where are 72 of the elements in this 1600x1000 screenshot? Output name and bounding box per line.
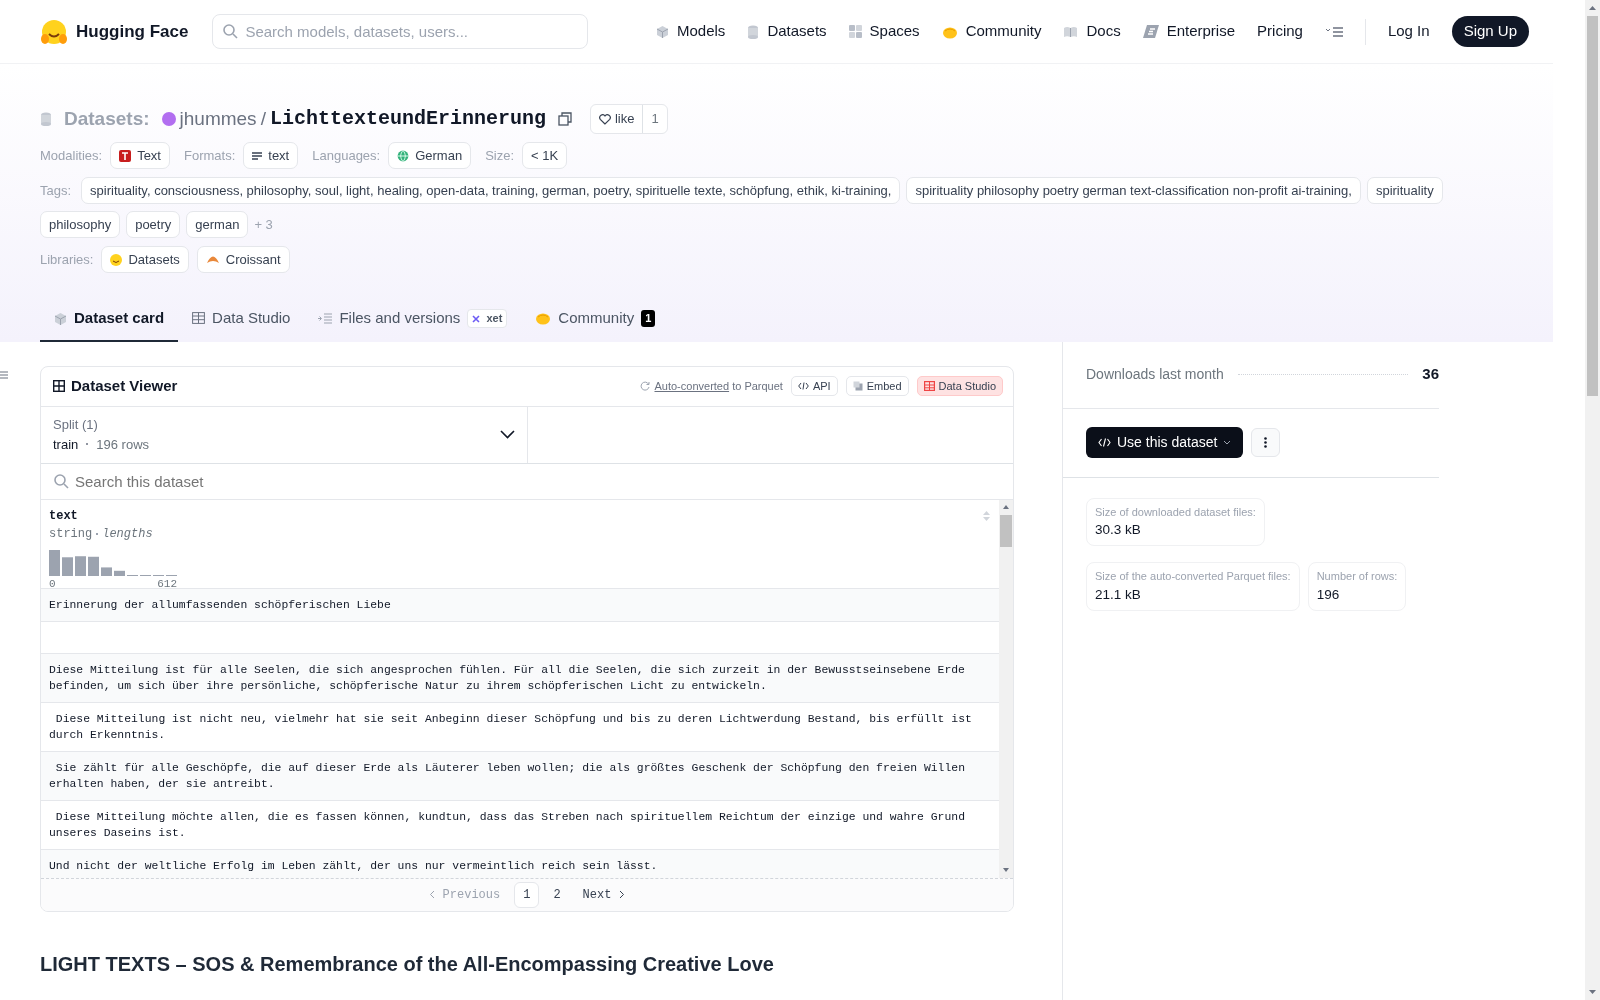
- viewer-button[interactable]: API: [790, 375, 838, 397]
- login-link[interactable]: Log In: [1387, 20, 1430, 43]
- viewer-title: Dataset Viewer: [71, 375, 178, 396]
- row-count: 196 rows: [96, 435, 150, 454]
- filter-chip[interactable]: < 1K: [522, 142, 568, 169]
- downloads-count: 36: [1422, 364, 1439, 385]
- stat-label: Size of the auto-converted Parquet files:: [1095, 569, 1291, 585]
- nav-link[interactable]: Datasets: [767, 20, 827, 43]
- split-label: Split (1): [53, 416, 99, 434]
- nav-link[interactable]: Spaces: [869, 20, 920, 43]
- tab[interactable]: Files and versions xet: [304, 297, 522, 342]
- table-cell: Diese Mitteilung ist nicht neu, vielmehr hat sie seit Anbeginn dieser Schöpfung und bis zu deren Lichtwerdung Bestand, bis erfüllt ist durch Erkenntnis.: [41, 702, 999, 752]
- stat-label: Number of rows:: [1316, 569, 1398, 585]
- column-name: text: [49, 507, 78, 525]
- section-heading: LIGHT TEXTS – SOS & Remembrance of the All-Encompassing Creative Love: [40, 951, 775, 976]
- brand-name[interactable]: Hugging Face: [76, 18, 189, 45]
- tag-chip[interactable]: poetry: [126, 211, 181, 238]
- meta-label: Modalities:: [40, 146, 103, 165]
- downloads-label: Downloads last month: [1086, 365, 1224, 384]
- filter-chip[interactable]: text: [243, 142, 299, 169]
- library-chip[interactable]: Datasets: [101, 246, 189, 273]
- section-label: Datasets:: [64, 106, 150, 131]
- nav-link[interactable]: Pricing: [1257, 20, 1303, 43]
- tab[interactable]: Data Studio: [178, 297, 305, 342]
- filter-chip[interactable]: German: [388, 142, 472, 169]
- stat-label: Size of downloaded dataset files:: [1095, 504, 1256, 520]
- tab[interactable]: Community 1: [521, 297, 670, 342]
- like-button[interactable]: like 1: [589, 104, 668, 134]
- nav-link[interactable]: Docs: [1086, 20, 1121, 43]
- column-detail: lengths: [102, 525, 153, 543]
- meta-label: Libraries:: [40, 250, 94, 269]
- tab[interactable]: Dataset card: [40, 297, 179, 342]
- table-cell: Diese Mitteilung ist für alle Seelen, die sich angesprochen fühlen. Für all die Seelen, die sich zurzeit in der Bewusstseinsebene Erde befinden, um sich über ihre persönliche, schöpferische Natur zu ihrem schöpferischen Licht zu entwickeln.: [41, 653, 999, 703]
- search-field[interactable]: Search models, datasets, users...: [212, 14, 589, 49]
- dataset-name: LichttexteundErinnerung: [269, 106, 546, 132]
- table-cell: Erinnerung der allumfassenden schöpferischen Liebe: [41, 588, 999, 622]
- split-select[interactable]: Split (1) train 196 rows: [41, 406, 528, 463]
- meta-label: Tags:: [40, 181, 72, 200]
- signup-button[interactable]: Sign Up: [1451, 16, 1529, 47]
- page-button[interactable]: 1: [514, 881, 540, 908]
- tag-chip[interactable]: spirituality philosophy poetry german text-classification non-profit ai-training,: [906, 177, 1361, 204]
- split-value: train: [53, 435, 79, 454]
- table-cell: Diese Mitteilung möchte allen, die es fassen können, kundtun, dass das Streben nach spirituellem Reichtum der einzige und wahre Grund unseres Daseins ist.: [41, 800, 999, 850]
- nav-link[interactable]: Enterprise: [1166, 20, 1236, 43]
- next-button[interactable]: Next: [574, 882, 634, 907]
- conversion-link[interactable]: Auto-converted: [654, 379, 730, 392]
- filter-chip[interactable]: Text: [110, 142, 170, 169]
- viewer-button[interactable]: Embed: [845, 375, 909, 397]
- stat-value: 30.3 kB: [1095, 521, 1142, 539]
- column-type: string: [49, 525, 93, 543]
- library-chip[interactable]: Croissant: [196, 246, 290, 273]
- owner-link[interactable]: jhummes: [179, 104, 257, 134]
- meta-label: Languages:: [312, 146, 381, 165]
- meta-label: Size:: [485, 146, 515, 165]
- viewer-button[interactable]: Data Studio: [916, 375, 1003, 397]
- xet-tag: xet: [467, 309, 508, 328]
- tag-chip[interactable]: philosophy: [40, 211, 121, 238]
- tag-chip[interactable]: spirituality, consciousness, philosophy, soul, light, healing, open-data, training, german, poetry, spirituelle texte, schöpfung, ethik, ki-training,: [81, 177, 901, 204]
- use-dataset-button[interactable]: Use this dataset: [1086, 427, 1244, 458]
- page-button[interactable]: 2: [545, 882, 569, 907]
- path-separator: /: [260, 106, 266, 131]
- table-cell: Sie zählt für alle Geschöpfe, die auf dieser Erde als Läuterer leben wollen; die als größtes Geschenk der Schöpfung den freien Willen erhalten haben, der sie antreibt.: [41, 751, 999, 801]
- tag-chip[interactable]: german: [186, 211, 249, 238]
- nav-link[interactable]: Models: [677, 20, 726, 43]
- meta-label: Formats:: [184, 146, 236, 165]
- table-cell: Und nicht der weltliche Erfolg im Leben zählt, der uns nur vermeintlich reich sein lässt.: [41, 849, 999, 878]
- nav-link[interactable]: Community: [965, 20, 1042, 43]
- conversion-note: Auto-converted to Parquet: [654, 378, 783, 394]
- tag-chip[interactable]: spirituality: [1366, 177, 1443, 204]
- stat-value: 21.1 kB: [1095, 585, 1142, 604]
- count-badge: 1: [641, 310, 656, 327]
- stat-value: 196: [1316, 585, 1341, 604]
